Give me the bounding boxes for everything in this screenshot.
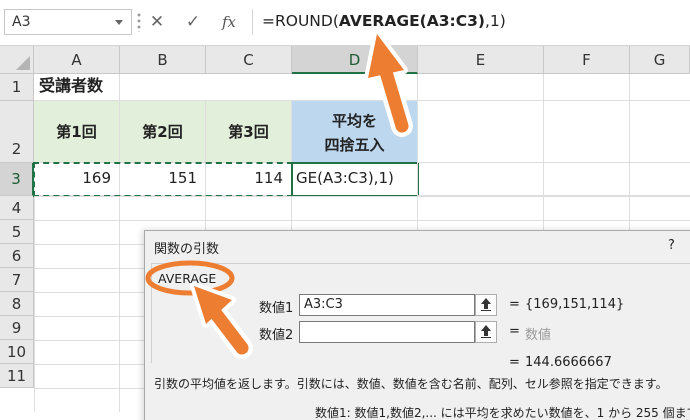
- name-box[interactable]: A3: [4, 9, 132, 35]
- formula-args: (A3:C3): [419, 12, 485, 30]
- cell-a1-title[interactable]: 受講者数: [34, 74, 120, 101]
- function-arguments-dialog: 関数の引数 ? AVERAGE 数値1 A3:C3 = {169,151,114…: [144, 230, 690, 420]
- avg-header-line1: 平均を: [331, 112, 377, 130]
- formula-input[interactable]: =ROUND(AVERAGE(A3:C3),1): [252, 9, 690, 35]
- active-cell-d3[interactable]: GE(A3:C3),1): [291, 162, 419, 197]
- active-cell-text: GE(A3:C3),1): [296, 169, 394, 187]
- column-header-e[interactable]: E: [418, 46, 544, 74]
- row-header-5[interactable]: 5: [0, 220, 34, 244]
- row-header-8[interactable]: 8: [0, 292, 34, 316]
- cell-b2-header[interactable]: 第2回: [120, 101, 206, 163]
- formula-bar: A3 ✕ ✓ fx =ROUND(AVERAGE(A3:C3),1): [0, 0, 690, 46]
- arg2-result: 数値: [525, 328, 552, 343]
- arg2-equals: =: [509, 324, 520, 339]
- formula-prefix: =ROUND(: [262, 12, 339, 30]
- marching-ants-selection: [33, 162, 293, 197]
- chevron-down-icon[interactable]: [115, 20, 123, 25]
- arg1-input[interactable]: A3:C3: [299, 294, 475, 316]
- function-description: 引数の平均値を返します。引数には、数値、数値を含む名前、配列、セル参照を指定でき…: [154, 377, 668, 391]
- total-equals: =: [509, 355, 520, 370]
- column-header-g[interactable]: G: [630, 46, 690, 74]
- avg-header-line2: 四捨五入: [324, 136, 385, 154]
- column-header-d[interactable]: D: [292, 46, 418, 74]
- total-result: 144.6666667: [525, 355, 612, 370]
- column-header-a[interactable]: A: [34, 46, 120, 74]
- cell-d2-header[interactable]: 平均を 四捨五入: [292, 101, 418, 163]
- cell-c2-header[interactable]: 第3回: [206, 101, 292, 163]
- formula-text: =ROUND(AVERAGE(A3:C3),1): [262, 12, 506, 30]
- arg2-label: 数値2: [259, 328, 294, 343]
- select-all-corner[interactable]: [0, 46, 34, 74]
- name-box-value: A3: [12, 14, 31, 30]
- excel-window: A3 ✕ ✓ fx =ROUND(AVERAGE(A3:C3),1) A B C…: [0, 0, 690, 420]
- column-header-f[interactable]: F: [544, 46, 630, 74]
- drag-handle-icon[interactable]: [137, 12, 141, 32]
- enter-check-icon[interactable]: ✓: [182, 11, 204, 33]
- row-header-4[interactable]: 4: [0, 196, 34, 220]
- row-header-1[interactable]: 1: [0, 74, 34, 101]
- formula-function: AVERAGE: [338, 12, 420, 30]
- arg1-label: 数値1: [259, 301, 294, 316]
- arg2-input[interactable]: [299, 321, 475, 343]
- function-name: AVERAGE: [158, 271, 217, 286]
- row-header-3[interactable]: 3: [0, 163, 34, 196]
- arg1-result: {169,151,114}: [525, 297, 625, 312]
- row-header-9[interactable]: 9: [0, 316, 34, 340]
- row-header-11[interactable]: 11: [0, 364, 34, 388]
- select-all-triangle-icon: [16, 56, 30, 70]
- cancel-icon[interactable]: ✕: [146, 11, 168, 33]
- column-header-c[interactable]: C: [206, 46, 292, 74]
- row-header-10[interactable]: 10: [0, 340, 34, 364]
- argument-description: 数値1: 数値1,数値2,... には平均を求めたい数値を、1 から 255 個…: [315, 406, 690, 420]
- column-header-b[interactable]: B: [120, 46, 206, 74]
- dialog-title: 関数の引数: [154, 242, 220, 257]
- arg1-collapse-button[interactable]: [475, 294, 497, 316]
- help-button[interactable]: ?: [668, 238, 675, 253]
- collapse-arrow-icon: [481, 298, 491, 311]
- arg2-collapse-button[interactable]: [475, 321, 497, 343]
- formula-suffix: ,1): [484, 12, 506, 30]
- cell-a2-header[interactable]: 第1回: [34, 101, 120, 163]
- row-header-6[interactable]: 6: [0, 244, 34, 268]
- row-header-7[interactable]: 7: [0, 268, 34, 292]
- arg1-equals: =: [509, 297, 520, 312]
- collapse-arrow-icon: [481, 325, 491, 338]
- row-header-2[interactable]: 2: [0, 101, 34, 163]
- insert-function-icon[interactable]: fx: [216, 11, 242, 33]
